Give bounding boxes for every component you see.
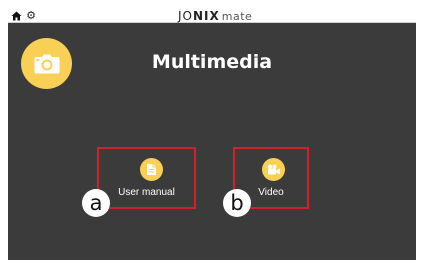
brand-logo: JONIX mate xyxy=(178,9,252,23)
marker-b: b xyxy=(223,189,251,217)
multimedia-screen: Multimedia User manual Video xyxy=(8,23,416,260)
brand-subtitle: mate xyxy=(221,10,253,23)
user-manual-button[interactable]: User manual xyxy=(97,147,196,209)
page-title: Multimedia xyxy=(151,51,273,73)
document-icon xyxy=(140,158,163,181)
user-manual-label: User manual xyxy=(118,187,175,198)
top-bar: ⚙ JONIX mate xyxy=(8,9,416,23)
brand-name: JONIX xyxy=(178,9,220,23)
video-camera-icon xyxy=(262,158,285,181)
home-icon[interactable] xyxy=(10,10,22,22)
gear-icon[interactable]: ⚙ xyxy=(25,10,37,22)
marker-a: a xyxy=(82,189,110,217)
